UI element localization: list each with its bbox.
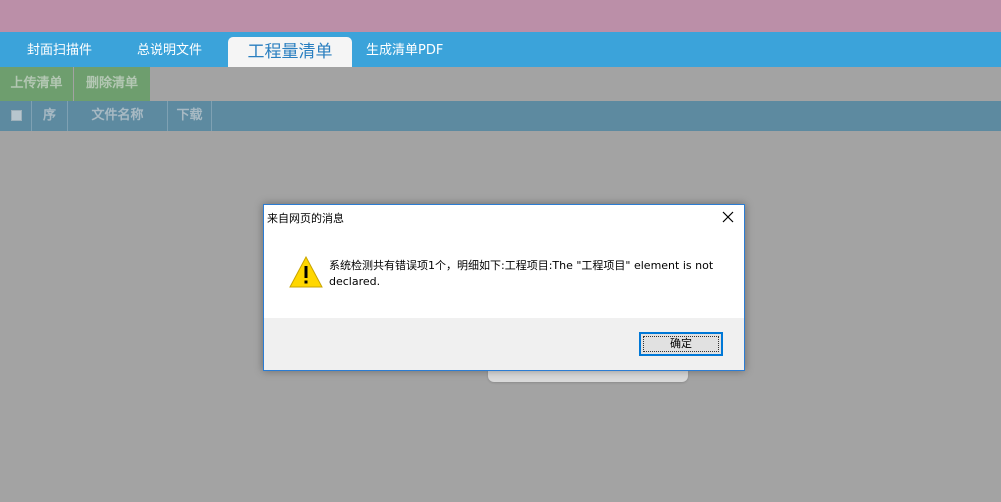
ok-button[interactable]: 确定 — [639, 332, 723, 356]
column-header-index: 序 — [32, 101, 68, 131]
column-header-download: 下载 — [168, 101, 212, 131]
close-icon[interactable] — [720, 209, 736, 225]
tab-bar: 封面扫描件 总说明文件 工程量清单 生成清单PDF — [0, 32, 1001, 67]
tab-generate-pdf[interactable]: 生成清单PDF — [366, 32, 443, 67]
checkbox-square — [11, 110, 22, 121]
column-header-file-name: 文件名称 — [68, 101, 168, 131]
dialog-message: 系统检测共有错误项1个，明细如下:工程项目:The "工程项目" element… — [329, 259, 714, 288]
toolbar: 上传清单 删除清单 — [0, 67, 1001, 101]
top-banner — [0, 0, 1001, 32]
table-header: 序 文件名称 下载 — [0, 101, 1001, 131]
warning-icon — [289, 255, 323, 288]
focus-ring — [643, 336, 719, 352]
upload-list-button[interactable]: 上传清单 — [0, 67, 73, 101]
dialog-footer: 确定 — [264, 318, 744, 370]
alert-dialog: 来自网页的消息 系统检测共有错误项1个，明细如下:工程项目:The "工程项目"… — [263, 204, 745, 371]
dialog-title: 来自网页的消息 — [267, 212, 344, 225]
tab-cover-scan[interactable]: 封面扫描件 — [27, 32, 92, 67]
select-all-checkbox[interactable] — [0, 101, 32, 131]
tab-bill-of-quantities[interactable]: 工程量清单 — [228, 37, 352, 67]
delete-list-button[interactable]: 删除清单 — [74, 67, 150, 101]
tab-general-description[interactable]: 总说明文件 — [137, 32, 202, 67]
